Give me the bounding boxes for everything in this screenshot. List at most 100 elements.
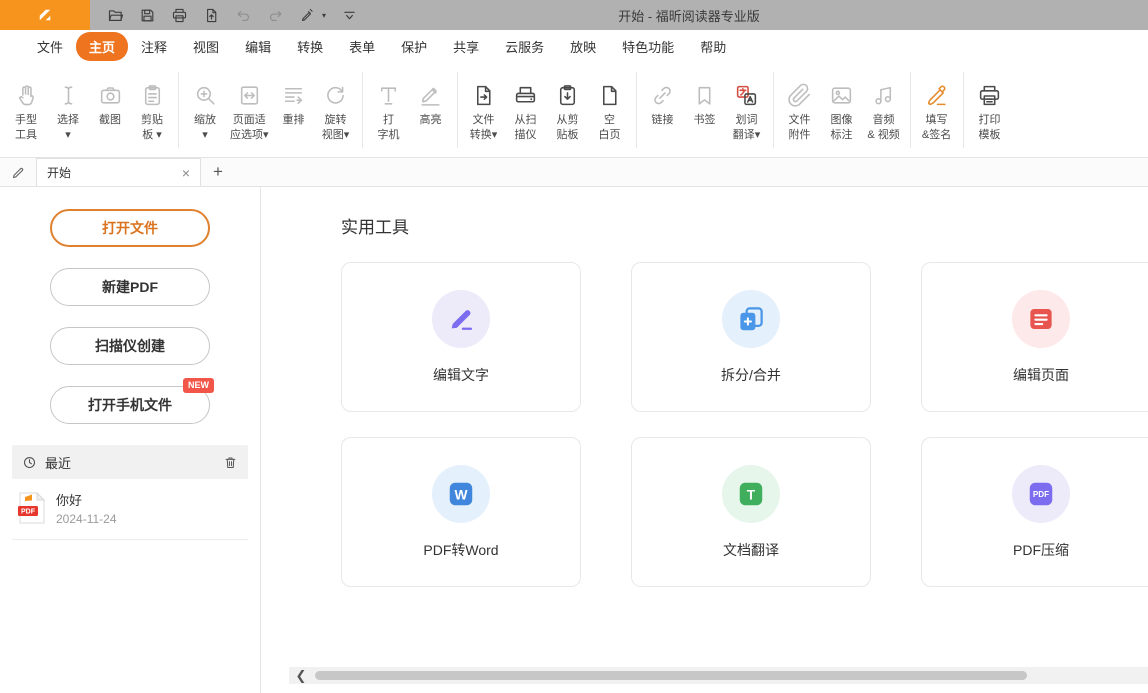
export-page-icon[interactable] <box>203 7 220 24</box>
ribbon-button-file-attachment[interactable]: 文件 附件 <box>779 75 821 144</box>
recent-file-texts: 你好 2024-11-24 <box>56 490 117 526</box>
edit-page-icon <box>1012 290 1070 348</box>
ribbon-button-label: 划词 翻译▾ <box>733 113 761 142</box>
section-title: 实用工具 <box>341 213 1148 238</box>
svg-text:W: W <box>455 487 468 502</box>
print-icon[interactable] <box>171 7 188 24</box>
ribbon-button-label: 选择 ▾ <box>57 113 79 142</box>
ribbon-group-print: 打印 模板 <box>969 75 1011 144</box>
create-pdf-button[interactable]: 新建PDF <box>50 268 210 306</box>
split-merge-icon <box>722 290 780 348</box>
ribbon-button-label: 手型 工具 <box>15 113 37 142</box>
audio-video-icon <box>871 80 896 110</box>
tool-card-pdf-compress[interactable]: PDF PDF压缩 <box>921 437 1148 587</box>
menu-tab-edit[interactable]: 编辑 <box>232 32 284 61</box>
menubar: 文件 主页 注释 视图 编辑 转换 表单 保护 共享 云服务 放映 特色功能 帮… <box>0 30 1148 62</box>
ribbon-button-page-fit[interactable]: 页面适 应选项▾ <box>226 75 273 144</box>
pen-tool-caret-icon[interactable]: ▾ <box>322 11 326 20</box>
ribbon-button-rotate-view[interactable]: 旋转 视图▾ <box>315 75 357 144</box>
new-tab-button[interactable]: + <box>201 158 235 186</box>
tool-label: 编辑页面 <box>1013 365 1069 385</box>
horizontal-scrollbar[interactable]: ❮ <box>289 667 1148 684</box>
ribbon-button-clipboard[interactable]: 剪贴 板 ▾ <box>131 75 173 144</box>
save-icon[interactable] <box>139 7 156 24</box>
menu-tab-convert[interactable]: 转换 <box>284 32 336 61</box>
redo-icon[interactable] <box>267 7 284 24</box>
tab-start[interactable]: 开始 × <box>36 158 201 186</box>
ribbon-group-insert: 文件 附件 图像 标注 音频 & 视频 <box>779 75 905 144</box>
menu-tab-form[interactable]: 表单 <box>336 32 388 61</box>
ribbon-button-select[interactable]: 选择 ▾ <box>47 75 89 144</box>
blank-page-icon <box>597 80 622 110</box>
ribbon-button-label: 重排 <box>283 113 305 127</box>
create-from-scanner-button[interactable]: 扫描仪创建 <box>50 327 210 365</box>
link-icon <box>650 80 675 110</box>
open-mobile-file-button[interactable]: 打开手机文件 NEW <box>50 386 210 424</box>
menu-tab-share[interactable]: 共享 <box>440 32 492 61</box>
main-panel: 实用工具 编辑文字 拆分/合并 <box>261 187 1148 693</box>
undo-icon[interactable] <box>235 7 252 24</box>
menu-tab-features[interactable]: 特色功能 <box>609 32 687 61</box>
edit-text-icon <box>432 290 490 348</box>
ribbon-button-hand-tool[interactable]: 手型 工具 <box>5 75 47 144</box>
tool-card-edit-text[interactable]: 编辑文字 <box>341 262 581 412</box>
content-area: 打开文件 新建PDF 扫描仪创建 打开手机文件 NEW 最近 PDF 你好 20… <box>0 187 1148 693</box>
ribbon-separator <box>773 72 774 148</box>
reflow-icon <box>281 80 306 110</box>
open-file-button[interactable]: 打开文件 <box>50 209 210 247</box>
ribbon-button-from-clipboard[interactable]: 从剪 贴板 <box>547 75 589 144</box>
recent-file-item[interactable]: PDF 你好 2024-11-24 <box>12 479 248 540</box>
ribbon-button-file-convert[interactable]: 文件 转换▾ <box>463 75 505 144</box>
foxit-logo-button[interactable] <box>0 0 90 30</box>
ribbon-group-comment: 打 字机 高亮 <box>368 75 452 144</box>
pen-tool-icon[interactable] <box>299 7 316 24</box>
tool-card-pdf-to-word[interactable]: W PDF转Word <box>341 437 581 587</box>
ribbon-button-link[interactable]: 链接 <box>642 75 684 129</box>
ribbon-separator <box>362 72 363 148</box>
pencil-icon[interactable] <box>0 158 36 186</box>
scroll-left-arrow-icon[interactable]: ❮ <box>289 667 313 684</box>
menu-tab-cloud[interactable]: 云服务 <box>492 32 557 61</box>
customize-toolbar-icon[interactable] <box>341 7 358 24</box>
ribbon-button-print-template[interactable]: 打印 模板 <box>969 75 1011 144</box>
ribbon-button-label: 打印 模板 <box>979 113 1001 142</box>
ribbon-separator <box>636 72 637 148</box>
close-tab-icon[interactable]: × <box>182 166 190 180</box>
ribbon-button-bookmark[interactable]: 书签 <box>684 75 726 129</box>
tab-label: 开始 <box>47 164 71 181</box>
tool-card-split-merge[interactable]: 拆分/合并 <box>631 262 871 412</box>
rotate-view-icon <box>323 80 348 110</box>
ribbon-button-reflow[interactable]: 重排 <box>273 75 315 129</box>
ribbon-button-label: 音频 & 视频 <box>867 113 899 142</box>
ribbon-group-tools: 手型 工具 选择 ▾ 截图 剪贴 板 ▾ <box>5 75 173 144</box>
tool-card-doc-translate[interactable]: T 文档翻译 <box>631 437 871 587</box>
camera-icon <box>98 80 123 110</box>
menu-tab-comment[interactable]: 注释 <box>128 32 180 61</box>
scrollbar-thumb[interactable] <box>315 671 1027 680</box>
ribbon-button-blank-page[interactable]: 空 白页 <box>589 75 631 144</box>
ribbon-button-image-annotation[interactable]: 图像 标注 <box>821 75 863 144</box>
ribbon-button-highlight[interactable]: 高亮 <box>410 75 452 129</box>
menu-tab-protect[interactable]: 保护 <box>388 32 440 61</box>
ribbon-separator <box>910 72 911 148</box>
ribbon-button-from-scanner[interactable]: 从扫 描仪 <box>505 75 547 144</box>
tool-card-edit-page[interactable]: 编辑页面 <box>921 262 1148 412</box>
ribbon-button-snapshot[interactable]: 截图 <box>89 75 131 129</box>
attachment-icon <box>787 80 812 110</box>
trash-icon[interactable] <box>223 455 238 470</box>
ribbon-button-label: 链接 <box>652 113 674 127</box>
ribbon-button-typewriter[interactable]: 打 字机 <box>368 75 410 144</box>
pdf-file-icon: PDF <box>18 492 46 524</box>
ribbon-button-zoom[interactable]: 缩放 ▾ <box>184 75 226 144</box>
open-folder-icon[interactable] <box>107 7 124 24</box>
menu-tab-present[interactable]: 放映 <box>557 32 609 61</box>
menu-tab-view[interactable]: 视图 <box>180 32 232 61</box>
recent-file-title: 你好 <box>56 490 117 509</box>
sidebar: 打开文件 新建PDF 扫描仪创建 打开手机文件 NEW 最近 PDF 你好 20… <box>0 187 261 693</box>
menu-tab-home[interactable]: 主页 <box>76 32 128 61</box>
ribbon-button-audio-video[interactable]: 音频 & 视频 <box>863 75 905 144</box>
menu-tab-help[interactable]: 帮助 <box>687 32 739 61</box>
ribbon-button-translate[interactable]: 划词 翻译▾ <box>726 75 768 144</box>
menu-tab-file[interactable]: 文件 <box>24 32 76 61</box>
ribbon-button-fill-sign[interactable]: 填写 &签名 <box>916 75 958 144</box>
